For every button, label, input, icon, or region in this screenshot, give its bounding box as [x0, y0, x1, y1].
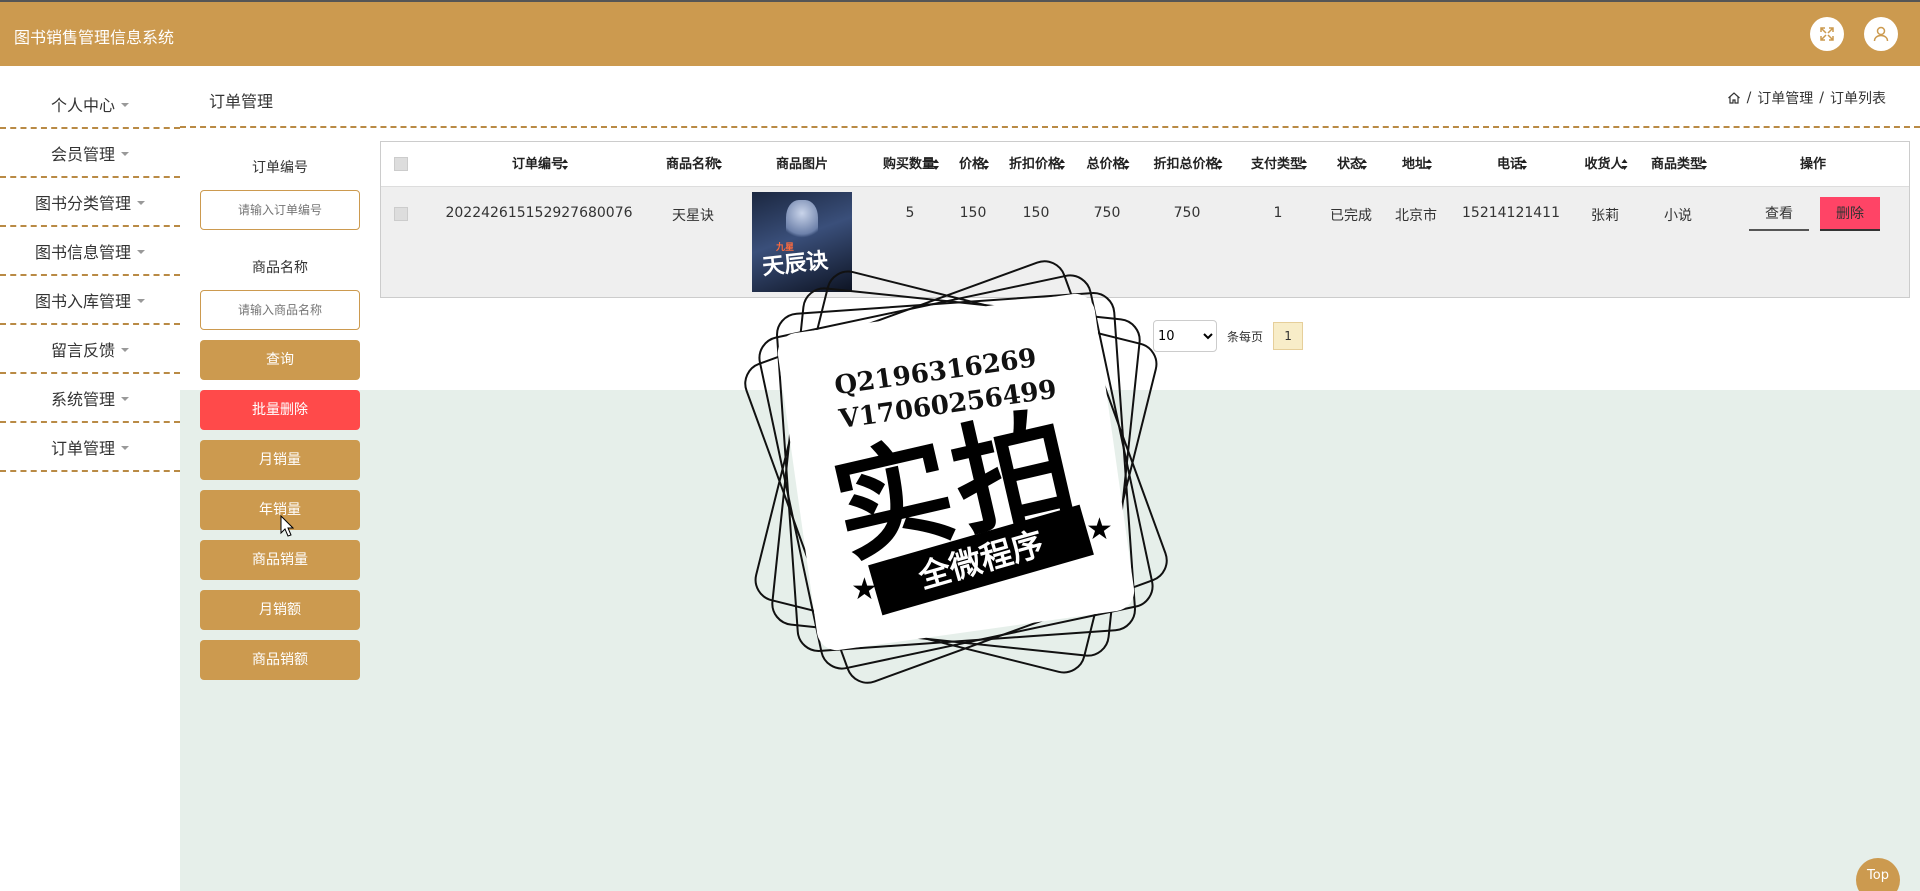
per-page-label: 条每页	[1227, 329, 1264, 344]
column-header[interactable]: 折扣总价格	[1153, 142, 1223, 187]
column-header[interactable]: 收货人	[1584, 142, 1628, 187]
column-header[interactable]: 价格	[959, 142, 990, 187]
sidebar-item-label: 个人中心	[50, 95, 115, 115]
chevron-down-icon	[137, 249, 145, 254]
chevron-down-icon	[137, 200, 145, 205]
monthly-sales-button[interactable]: 月销量	[200, 440, 360, 480]
view-button[interactable]: 查看	[1749, 197, 1809, 231]
product-sales-button[interactable]: 商品销量	[200, 540, 360, 580]
column-header[interactable]: 状态	[1337, 142, 1368, 187]
sidebar-item-book-stock-in[interactable]: 图书入库管理	[0, 276, 180, 325]
cell-address: 北京市	[1395, 208, 1437, 224]
cell-discount-price: 150	[1022, 205, 1050, 221]
sidebar-item-label: 图书入库管理	[34, 291, 131, 311]
chevron-down-icon	[121, 396, 129, 401]
cell-price: 150	[959, 205, 987, 221]
cell-category: 小说	[1664, 208, 1692, 224]
product-name-label: 商品名称	[252, 260, 308, 276]
chevron-down-icon	[121, 151, 129, 156]
sidebar-item-feedback[interactable]: 留言反馈	[0, 325, 180, 374]
column-header[interactable]: 订单编号	[512, 142, 569, 187]
page-title: 订单管理	[209, 92, 274, 111]
cover-figure	[786, 200, 818, 244]
cell-pay-type: 1	[1273, 205, 1283, 221]
pagination: 10 条每页 1	[1153, 320, 1304, 352]
search-button[interactable]: 查询	[200, 340, 360, 380]
chevron-down-icon	[137, 298, 145, 303]
sidebar-item-system[interactable]: 系统管理	[0, 374, 180, 423]
mouse-cursor-icon	[280, 515, 294, 537]
cell-receiver: 张莉	[1591, 208, 1619, 224]
top-header: 图书销售管理信息系统	[0, 0, 1920, 66]
column-header[interactable]: 支付类型	[1251, 142, 1308, 187]
column-header[interactable]: 商品名称	[666, 142, 723, 187]
sidebar-item-book-category[interactable]: 图书分类管理	[0, 178, 180, 227]
order-no-label: 订单编号	[252, 160, 308, 176]
column-header[interactable]: 购买数量	[883, 142, 940, 187]
cell-status: 已完成	[1330, 208, 1372, 224]
sidebar-item-personal-center[interactable]: 个人中心	[0, 80, 180, 129]
column-header[interactable]: 地址	[1402, 142, 1433, 187]
filter-panel: 订单编号 商品名称 查询 批量删除 月销量 年销量 商品销量 月销额 商品销额	[200, 148, 360, 690]
sidebar-item-member-management[interactable]: 会员管理	[0, 129, 180, 178]
sidebar-item-label: 会员管理	[50, 144, 115, 164]
breadcrumb: / 订单管理 / 订单列表	[1727, 88, 1886, 108]
cell-order-no: 202242615152927680076	[445, 205, 633, 221]
divider	[180, 126, 1920, 128]
page-size-select[interactable]: 10	[1153, 320, 1217, 352]
breadcrumb-item: 订单列表	[1830, 91, 1886, 107]
batch-delete-button[interactable]: 批量删除	[200, 390, 360, 430]
table-header: 订单编号 商品名称 商品图片 购买数量 价格 折扣价格 总价格 折扣总价格 支付…	[381, 142, 1909, 187]
cover-publisher-text	[756, 196, 758, 204]
column-header[interactable]: 总价格	[1086, 142, 1130, 187]
column-header: 商品图片	[775, 157, 829, 172]
sidebar-menu: 个人中心 会员管理 图书分类管理 图书信息管理 图书入库管理 留言反馈 系统管理…	[0, 80, 180, 472]
chevron-down-icon	[121, 347, 129, 352]
product-revenue-button[interactable]: 商品销额	[200, 640, 360, 680]
row-checkbox[interactable]	[394, 207, 408, 221]
column-header: 操作	[1799, 157, 1827, 172]
sidebar-item-orders[interactable]: 订单管理	[0, 423, 180, 472]
sidebar-item-book-info[interactable]: 图书信息管理	[0, 227, 180, 276]
user-button[interactable]	[1864, 17, 1898, 51]
sidebar-item-label: 留言反馈	[50, 340, 115, 360]
content-background	[180, 390, 1920, 891]
home-icon[interactable]	[1727, 91, 1741, 105]
cell-discount-total: 750	[1173, 205, 1201, 221]
app-title: 图书销售管理信息系统	[14, 28, 175, 47]
monthly-revenue-button[interactable]: 月销额	[200, 590, 360, 630]
sidebar-item-label: 图书分类管理	[34, 193, 131, 213]
breadcrumb-item[interactable]: 订单管理	[1757, 88, 1813, 108]
column-header[interactable]: 折扣价格	[1009, 142, 1066, 187]
page-number-current[interactable]: 1	[1273, 322, 1304, 350]
sidebar-item-label: 订单管理	[50, 438, 115, 458]
chevron-down-icon	[121, 102, 129, 107]
product-name-input[interactable]	[200, 290, 360, 330]
cell-product: 天星诀	[672, 208, 714, 224]
book-cover-image: 九星 天辰诀	[752, 192, 852, 292]
cell-total: 750	[1093, 205, 1121, 221]
cell-phone: 15214121411	[1462, 205, 1560, 221]
select-all-checkbox[interactable]	[394, 157, 408, 171]
sidebar-item-label: 图书信息管理	[34, 242, 131, 262]
column-header[interactable]: 电话	[1497, 142, 1528, 187]
orders-table: 订单编号 商品名称 商品图片 购买数量 价格 折扣价格 总价格 折扣总价格 支付…	[380, 141, 1910, 298]
user-icon	[1873, 26, 1889, 42]
chevron-down-icon	[121, 445, 129, 450]
breadcrumb-separator: /	[1819, 90, 1824, 106]
cover-title: 天辰诀	[761, 247, 830, 281]
delete-button[interactable]: 删除	[1820, 197, 1880, 231]
breadcrumb-separator: /	[1746, 90, 1752, 106]
column-header[interactable]: 商品类型	[1651, 142, 1708, 187]
fullscreen-button[interactable]	[1810, 17, 1844, 51]
fullscreen-icon	[1820, 27, 1834, 41]
order-no-input[interactable]	[200, 190, 360, 230]
cell-quantity: 5	[905, 205, 915, 221]
sidebar-item-label: 系统管理	[50, 389, 115, 409]
